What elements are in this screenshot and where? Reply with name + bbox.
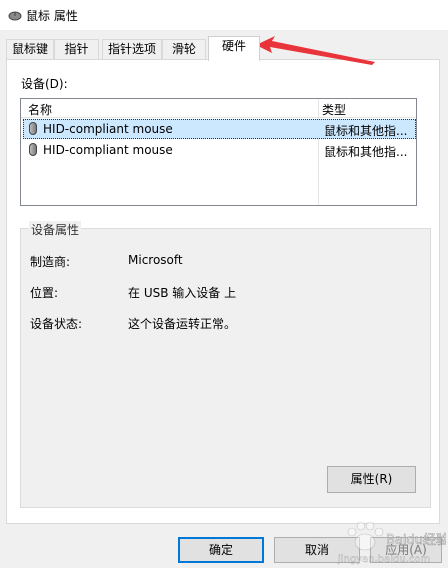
devices-label: 设备(D):: [21, 77, 68, 91]
tab-pointers[interactable]: 指针: [54, 39, 99, 59]
tab-buttons[interactable]: 鼠标键: [6, 39, 54, 59]
mouse-icon: [29, 143, 37, 156]
device-type: 鼠标和其他指...: [324, 145, 408, 159]
device-name: HID-compliant mouse: [43, 122, 173, 136]
ok-button[interactable]: 确定: [178, 537, 264, 563]
location-label: 位置:: [30, 286, 59, 300]
manufacturer-value: Microsoft: [128, 253, 183, 267]
device-status-label: 设备状态:: [30, 317, 83, 331]
column-type[interactable]: 类型: [322, 101, 346, 118]
group-title: 设备属性: [29, 221, 82, 238]
device-type: 鼠标和其他指...: [324, 124, 408, 138]
cancel-button[interactable]: 取消: [274, 537, 360, 563]
title-bar: 鼠标 属性: [0, 0, 448, 30]
device-row[interactable]: HID-compliant mouse 鼠标和其他指...: [23, 119, 416, 139]
device-list[interactable]: 名称 类型 HID-compliant mouse 鼠标和其他指... HID-…: [20, 98, 417, 206]
tab-wheel[interactable]: 滑轮: [162, 39, 206, 59]
apply-button[interactable]: 应用(A): [370, 537, 442, 563]
mouse-icon: [29, 122, 37, 135]
device-properties-group: 设备属性 制造商: Microsoft 位置: 在 USB 输入设备 上 设备状…: [20, 221, 431, 508]
properties-button[interactable]: 属性(R): [327, 466, 416, 493]
tab-strip: 鼠标键 指针 指针选项 滑轮 硬件: [0, 36, 448, 61]
manufacturer-label: 制造商:: [30, 255, 71, 269]
device-status-value: 这个设备运转正常。: [128, 317, 237, 331]
window-title: 鼠标 属性: [26, 9, 78, 23]
mouse-icon: [8, 11, 22, 21]
device-name: HID-compliant mouse: [43, 143, 173, 157]
device-row[interactable]: HID-compliant mouse 鼠标和其他指...: [23, 140, 416, 160]
hardware-panel: 设备(D): 名称 类型 HID-compliant mouse 鼠标和其他指.…: [6, 59, 440, 524]
column-name[interactable]: 名称: [28, 101, 52, 118]
tab-pointer-options[interactable]: 指针选项: [102, 39, 162, 59]
tab-hardware[interactable]: 硬件: [208, 36, 260, 61]
location-value: 在 USB 输入设备 上: [128, 286, 237, 300]
list-header: 名称 类型: [21, 99, 416, 118]
